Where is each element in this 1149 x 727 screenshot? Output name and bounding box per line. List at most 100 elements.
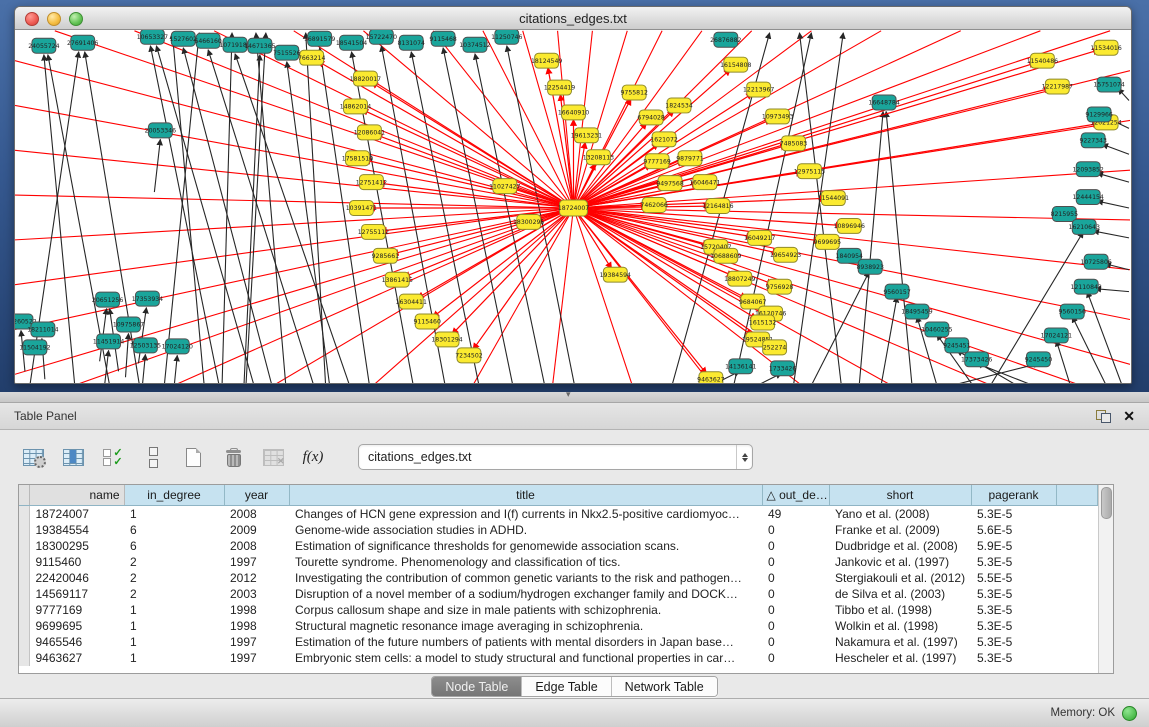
graph-node[interactable]: 9285661 xyxy=(372,248,400,263)
table-cell[interactable]: Disruption of a novel member of a sodium… xyxy=(289,586,762,602)
tab-node-table[interactable]: Node Table xyxy=(432,677,521,696)
table-cell[interactable]: 5.3E-5 xyxy=(971,554,1056,570)
table-cell[interactable]: 0 xyxy=(762,634,829,650)
graph-node[interactable]: 18124549 xyxy=(531,53,562,68)
graph-node[interactable]: 7234502 xyxy=(455,348,483,363)
graph-node[interactable]: 9115468 xyxy=(429,31,457,46)
table-cell[interactable]: 1997 xyxy=(224,634,289,650)
graph-node[interactable]: 9245451 xyxy=(943,338,971,353)
minimize-button[interactable] xyxy=(47,12,61,26)
table-cell[interactable]: 1 xyxy=(124,650,224,666)
table-cell[interactable]: 0 xyxy=(762,586,829,602)
network-canvas-wrap[interactable]: 1615480812213967109734937485083129751159… xyxy=(15,30,1131,383)
graph-node[interactable]: 17353934 xyxy=(132,291,163,306)
table-cell[interactable]: 0 xyxy=(762,618,829,634)
column-header[interactable]: short xyxy=(829,485,971,506)
graph-node[interactable]: 18541504 xyxy=(336,35,367,50)
graph-node[interactable]: 12110843 xyxy=(1071,279,1102,294)
network-canvas[interactable]: 1615480812213967109734937485083129751159… xyxy=(15,30,1130,383)
table-cell[interactable]: 5.3E-5 xyxy=(971,602,1056,618)
table-cell[interactable]: 1 xyxy=(124,506,224,523)
graph-node[interactable]: 10374512 xyxy=(459,37,490,52)
graph-node[interactable]: 16046471 xyxy=(689,175,720,190)
graph-node[interactable]: 9497568 xyxy=(656,176,684,191)
graph-node[interactable]: 7515526 xyxy=(273,45,301,60)
new-table-button[interactable] xyxy=(180,444,206,470)
graph-node[interactable]: 12093852 xyxy=(1073,162,1104,177)
table-cell[interactable]: 5.3E-5 xyxy=(971,506,1056,523)
graph-node[interactable]: 19384594 xyxy=(600,267,631,282)
table-cell[interactable]: 0 xyxy=(762,650,829,666)
table-row[interactable]: 2242004622012Investigating the contribut… xyxy=(19,570,1098,586)
table-cell[interactable]: Hescheler et al. (1997) xyxy=(829,650,971,666)
graph-node[interactable]: 1621072 xyxy=(650,132,678,147)
table-cell[interactable]: 2009 xyxy=(224,522,289,538)
graph-node[interactable]: 9755812 xyxy=(621,85,649,100)
table-header-row[interactable]: namein_degreeyeartitle△ out_de…shortpage… xyxy=(19,485,1098,506)
table-cell[interactable]: Stergiakouli et al. (2012) xyxy=(829,570,971,586)
table-cell[interactable]: 18300295 xyxy=(29,538,124,554)
table-cell[interactable]: Structural magnetic resonance image aver… xyxy=(289,618,762,634)
table-cell[interactable]: Embryonic stem cells: a model to study s… xyxy=(289,650,762,666)
table-cell[interactable]: 22420046 xyxy=(29,570,124,586)
graph-node[interactable]: 12503135 xyxy=(130,338,161,353)
table-cell[interactable]: Tibbo et al. (1998) xyxy=(829,602,971,618)
table-cell[interactable]: 2 xyxy=(124,570,224,586)
table-cell[interactable]: 5.3E-5 xyxy=(971,650,1056,666)
table-cell[interactable]: 1997 xyxy=(224,650,289,666)
create-column-button[interactable] xyxy=(140,444,166,470)
table-cell[interactable]: 5.3E-5 xyxy=(971,586,1056,602)
float-panel-icon[interactable] xyxy=(1096,410,1111,423)
table-row[interactable]: 1456911722003Disruption of a novel membe… xyxy=(19,586,1098,602)
graph-node[interactable]: 252274 xyxy=(763,340,787,355)
graph-node[interactable]: 9245450 xyxy=(1025,352,1053,367)
graph-node[interactable]: 8938923 xyxy=(856,259,884,274)
graph-node[interactable]: 18820017 xyxy=(350,71,381,86)
graph-node[interactable]: 10896946 xyxy=(834,218,865,233)
graph-node[interactable]: 16210643 xyxy=(1069,219,1100,234)
graph-node[interactable]: 27691406 xyxy=(67,35,98,50)
graph-node[interactable]: 20651256 xyxy=(92,292,123,307)
graph-node[interactable]: 14862014 xyxy=(340,99,371,114)
graph-node[interactable]: 10460255 xyxy=(921,322,952,337)
graph-node[interactable]: 10725806 xyxy=(1080,254,1111,269)
network-view-window[interactable]: citations_edges.txt 16154808122139671097… xyxy=(14,6,1132,384)
graph-node[interactable]: 17373426 xyxy=(961,352,992,367)
table-cell[interactable]: 14569117 xyxy=(29,586,124,602)
column-header[interactable]: title xyxy=(289,485,762,506)
table-cell[interactable]: 5.3E-5 xyxy=(971,634,1056,650)
graph-node[interactable]: 1733426 xyxy=(769,361,797,376)
graph-node[interactable]: 17024121 xyxy=(1041,328,1072,343)
tab-network-table[interactable]: Network Table xyxy=(611,677,717,696)
graph-node[interactable]: 9560157 xyxy=(883,284,911,299)
graph-node[interactable]: 12217987 xyxy=(1042,79,1073,94)
table-cell[interactable]: 1997 xyxy=(224,554,289,570)
graph-node[interactable]: 12254419 xyxy=(544,80,575,95)
graph-node[interactable]: 13208113 xyxy=(583,150,614,165)
graph-node[interactable]: 9777169 xyxy=(643,154,671,169)
graph-node[interactable]: 16891579 xyxy=(304,31,335,46)
table-cell[interactable]: 0 xyxy=(762,554,829,570)
network-table-selector[interactable]: citations_edges.txt xyxy=(358,444,753,470)
graph-node[interactable]: 24055724 xyxy=(28,38,59,53)
table-cell[interactable]: 9777169 xyxy=(29,602,124,618)
table-cell[interactable]: 18724007 xyxy=(29,506,124,523)
graph-node[interactable]: 20053346 xyxy=(145,123,176,138)
graph-node[interactable]: 12086041 xyxy=(354,125,385,140)
graph-node[interactable]: 11250746 xyxy=(491,30,522,44)
graph-node[interactable]: 12975115 xyxy=(794,164,825,179)
table-row[interactable]: 946362711997Embryonic stem cells: a mode… xyxy=(19,650,1098,666)
graph-node[interactable]: 18495459 xyxy=(901,304,932,319)
table-cell[interactable]: 5.9E-5 xyxy=(971,538,1056,554)
show-columns-button[interactable] xyxy=(60,444,86,470)
table-cell[interactable]: Nakamura et al. (1997) xyxy=(829,634,971,650)
column-header[interactable]: in_degree xyxy=(124,485,224,506)
table-cell[interactable]: Wolkin et al. (1998) xyxy=(829,618,971,634)
graph-node[interactable]: 11544091 xyxy=(818,191,849,206)
table-cell[interactable]: 5.5E-5 xyxy=(971,570,1056,586)
table-cell[interactable]: 1 xyxy=(124,618,224,634)
table-row[interactable]: 1830029562008Estimation of significance … xyxy=(19,538,1098,554)
table-cell[interactable]: 2 xyxy=(124,554,224,570)
table-cell[interactable]: 2008 xyxy=(224,506,289,523)
graph-node[interactable]: 16640910 xyxy=(558,105,589,120)
